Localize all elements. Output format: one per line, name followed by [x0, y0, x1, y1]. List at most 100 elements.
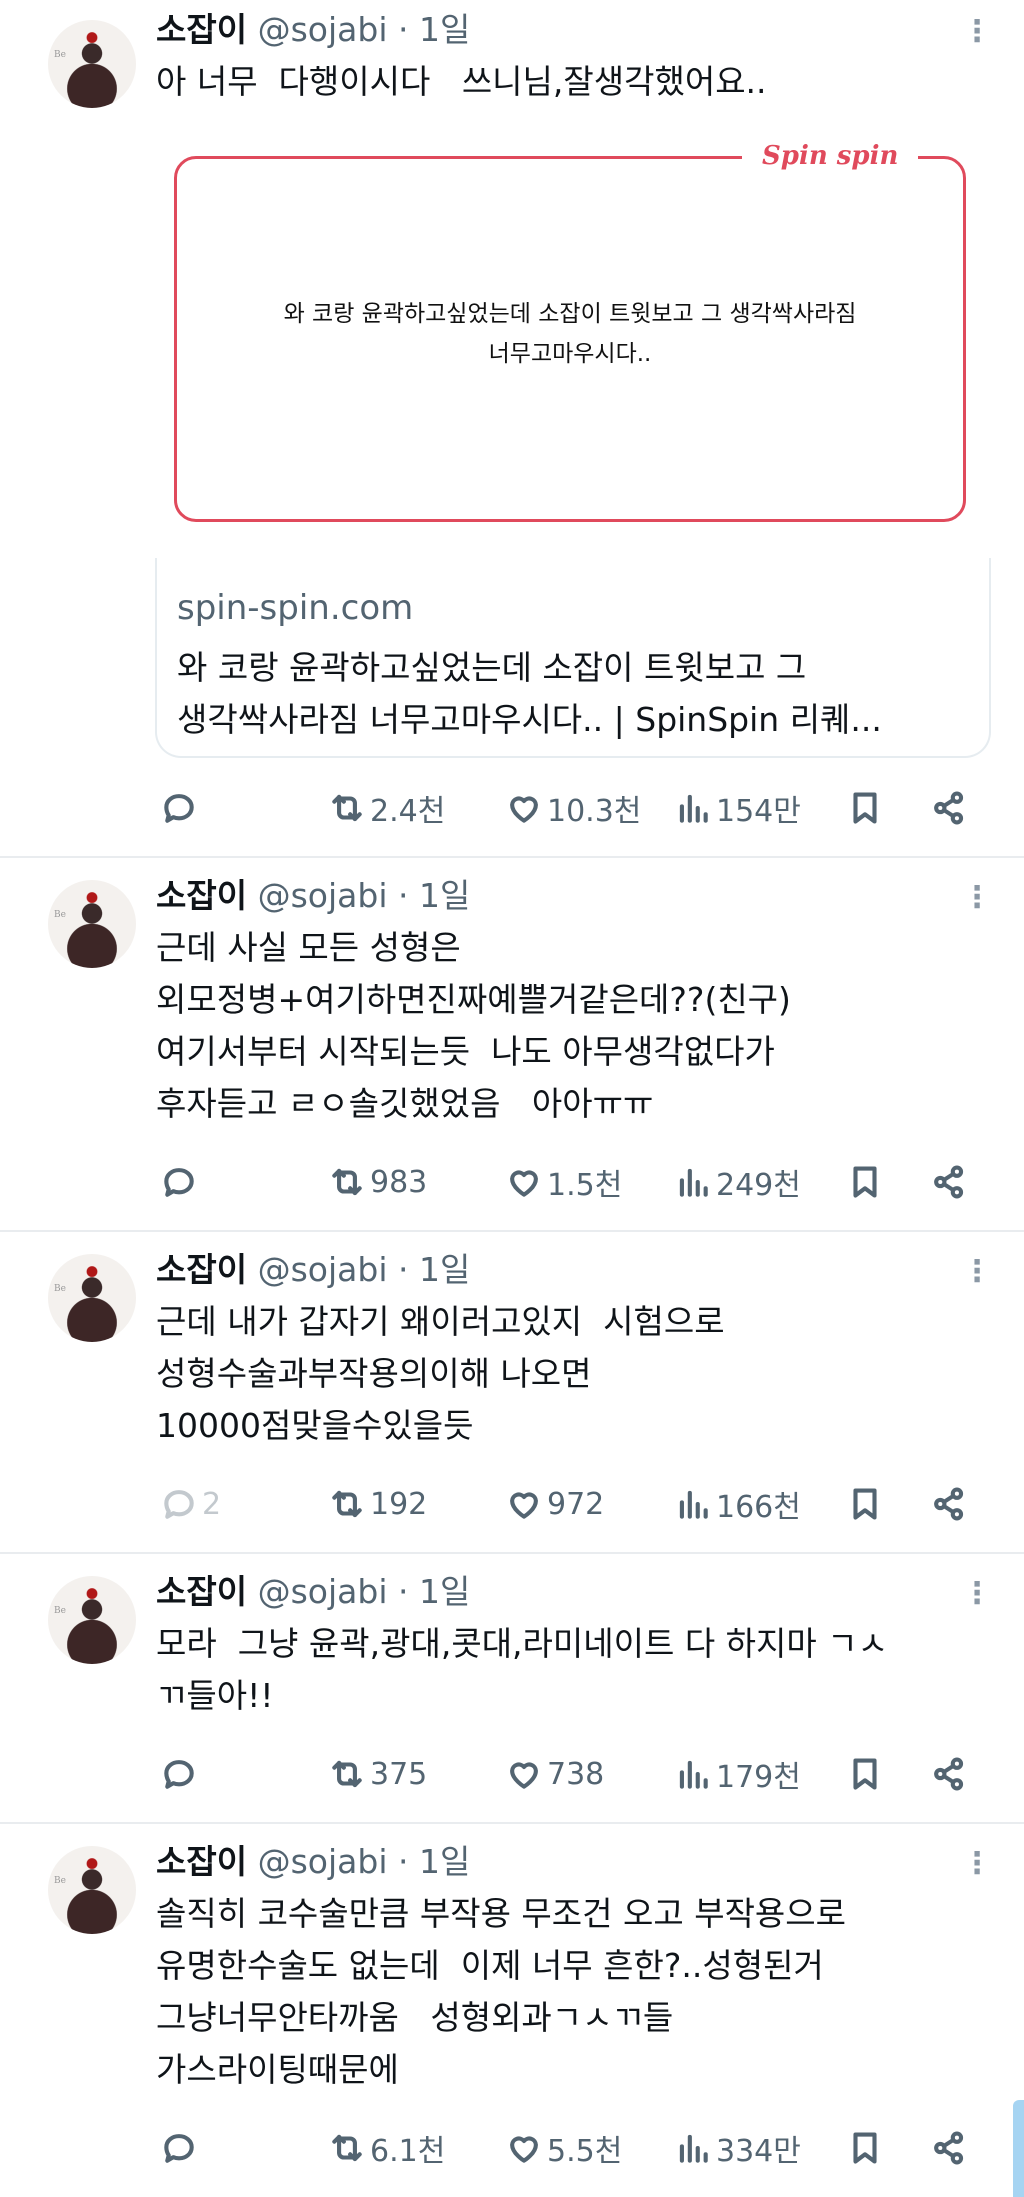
- tweet-actions: 375 738 179천: [0, 1748, 1024, 1800]
- views-icon: [679, 1168, 708, 1197]
- retweet-button[interactable]: 2.4천: [328, 782, 445, 834]
- author-handle[interactable]: @sojabi: [258, 1250, 388, 1289]
- bookmark-icon: [853, 1488, 877, 1520]
- retweet-count: 375: [370, 1756, 428, 1792]
- views-button[interactable]: 249천: [674, 1156, 801, 1208]
- tweet-text: 근데 사실 모든 성형은 외모정병+여기하면진짜예쁠거같은데??(친구) 여기서…: [156, 928, 791, 1123]
- tweet-actions: 983 1.5천 249천: [0, 1156, 1024, 1208]
- tweet-text: 아 너무 다행이시다 쓰니님,잘생각했어요..: [156, 62, 767, 101]
- more-icon[interactable]: ⋮: [962, 878, 992, 918]
- reply-icon: [164, 794, 194, 823]
- bookmark-button[interactable]: [846, 2122, 884, 2174]
- views-icon: [679, 1490, 708, 1519]
- like-count: 10.3천: [547, 794, 642, 829]
- author-name[interactable]: 소잡이: [156, 1572, 247, 1611]
- retweet-count: 2.4천: [370, 794, 446, 829]
- retweet-button[interactable]: 983: [328, 1156, 427, 1208]
- avatar[interactable]: Be: [48, 1254, 136, 1342]
- author-handle[interactable]: @sojabi: [258, 1572, 388, 1611]
- share-button[interactable]: [930, 1156, 968, 1208]
- share-icon: [934, 2131, 964, 2165]
- author-name[interactable]: 소잡이: [156, 1842, 247, 1881]
- like-icon: [510, 1492, 538, 1519]
- like-button[interactable]: 10.3천: [505, 782, 641, 834]
- reply-button[interactable]: [160, 782, 202, 834]
- tweet[interactable]: Be 소잡이 @sojabi · 1일 ⋮ 근데 내가 갑자기 왜이러고있지 시…: [0, 1232, 1024, 1552]
- reply-icon: [164, 1760, 194, 1789]
- retweet-button[interactable]: 375: [328, 1748, 427, 1800]
- share-button[interactable]: [930, 782, 968, 834]
- views-button[interactable]: 166천: [674, 1478, 801, 1530]
- bookmark-button[interactable]: [846, 1748, 884, 1800]
- author-name[interactable]: 소잡이: [156, 1250, 247, 1289]
- more-icon[interactable]: ⋮: [962, 1574, 992, 1614]
- share-button[interactable]: [930, 1478, 968, 1530]
- like-icon: [510, 1762, 538, 1789]
- link-card-info[interactable]: spin-spin.com 와 코랑 윤곽하고싶었는데 소잡이 트윗보고 그 생…: [155, 558, 991, 758]
- share-button[interactable]: [930, 2122, 968, 2174]
- tweet-time[interactable]: · 1일: [398, 1572, 470, 1611]
- tweet-header: 소잡이 @sojabi · 1일: [156, 876, 470, 916]
- tweet-time[interactable]: · 1일: [398, 1842, 470, 1881]
- views-button[interactable]: 154만: [674, 782, 801, 834]
- card-quote-line: 너무고마우시다..: [488, 341, 652, 367]
- tweet-actions: 2.4천 10.3천 154만: [0, 782, 1024, 834]
- author-handle[interactable]: @sojabi: [258, 1842, 388, 1881]
- tweet-header: 소잡이 @sojabi · 1일: [156, 1842, 470, 1882]
- retweet-icon: [332, 1168, 362, 1196]
- tweet-header: 소잡이 @sojabi · 1일: [156, 1250, 470, 1290]
- bookmark-icon: [853, 2132, 877, 2164]
- reply-button[interactable]: [160, 2122, 202, 2174]
- link-card-image[interactable]: Spin spin 와 코랑 윤곽하고싶었는데 소잡이 트윗보고 그 생각싹사라…: [156, 124, 992, 548]
- author-handle[interactable]: @sojabi: [258, 10, 388, 49]
- reply-button[interactable]: [160, 1748, 202, 1800]
- retweet-icon: [332, 1760, 362, 1788]
- retweet-button[interactable]: 6.1천: [328, 2122, 445, 2174]
- avatar[interactable]: Be: [48, 880, 136, 968]
- like-button[interactable]: 5.5천: [505, 2122, 622, 2174]
- avatar[interactable]: Be: [48, 1576, 136, 1664]
- like-button[interactable]: 972: [505, 1478, 604, 1530]
- tweet-time[interactable]: · 1일: [398, 876, 470, 915]
- like-button[interactable]: 738: [505, 1748, 604, 1800]
- tweet[interactable]: Be 소잡이 @sojabi · 1일 ⋮ 아 너무 다행이시다 쓰니님,잘생각…: [0, 0, 1024, 855]
- tweet[interactable]: Be 소잡이 @sojabi · 1일 ⋮ 솔직히 코수술만큼 부작용 무조건 …: [0, 1824, 1024, 2197]
- views-count: 179천: [716, 1760, 801, 1795]
- retweet-icon: [332, 2134, 362, 2162]
- more-icon[interactable]: ⋮: [962, 12, 992, 52]
- avatar[interactable]: Be: [48, 1846, 136, 1934]
- share-icon: [934, 791, 964, 825]
- reply-icon: [164, 1168, 194, 1197]
- card-quote: 와 코랑 윤곽하고싶었는데 소잡이 트윗보고 그 생각싹사라짐 너무고마우시다.…: [174, 294, 966, 374]
- more-icon[interactable]: ⋮: [962, 1844, 992, 1884]
- reply-button[interactable]: [160, 1156, 202, 1208]
- share-button[interactable]: [930, 1748, 968, 1800]
- views-count: 154만: [716, 794, 801, 829]
- views-button[interactable]: 179천: [674, 1748, 801, 1800]
- retweet-button[interactable]: 192: [328, 1478, 427, 1530]
- views-count: 334만: [716, 2134, 801, 2169]
- reply-icon: [164, 2134, 194, 2163]
- like-button[interactable]: 1.5천: [505, 1156, 622, 1208]
- bookmark-button[interactable]: [846, 1478, 884, 1530]
- like-count: 1.5천: [547, 1168, 623, 1203]
- tweet-time[interactable]: · 1일: [398, 1250, 470, 1289]
- author-handle[interactable]: @sojabi: [258, 876, 388, 915]
- retweet-count: 192: [370, 1486, 428, 1522]
- bookmark-icon: [853, 792, 877, 824]
- views-button[interactable]: 334만: [674, 2122, 801, 2174]
- avatar[interactable]: Be: [48, 20, 136, 108]
- scrollbar[interactable]: [1013, 2100, 1024, 2197]
- author-name[interactable]: 소잡이: [156, 876, 247, 915]
- more-icon[interactable]: ⋮: [962, 1252, 992, 1292]
- tweet[interactable]: Be 소잡이 @sojabi · 1일 ⋮ 근데 사실 모든 성형은 외모정병+…: [0, 858, 1024, 1230]
- share-icon: [934, 1757, 964, 1791]
- author-name[interactable]: 소잡이: [156, 10, 247, 49]
- bookmark-button[interactable]: [846, 782, 884, 834]
- bookmark-icon: [853, 1758, 877, 1790]
- bookmark-button[interactable]: [846, 1156, 884, 1208]
- tweet-header: 소잡이 @sojabi · 1일: [156, 1572, 470, 1612]
- tweet[interactable]: Be 소잡이 @sojabi · 1일 ⋮ 모라 그냥 윤곽,광대,콧대,라미네…: [0, 1554, 1024, 1822]
- tweet-time[interactable]: · 1일: [398, 10, 470, 49]
- reply-button[interactable]: 2: [160, 1478, 221, 1530]
